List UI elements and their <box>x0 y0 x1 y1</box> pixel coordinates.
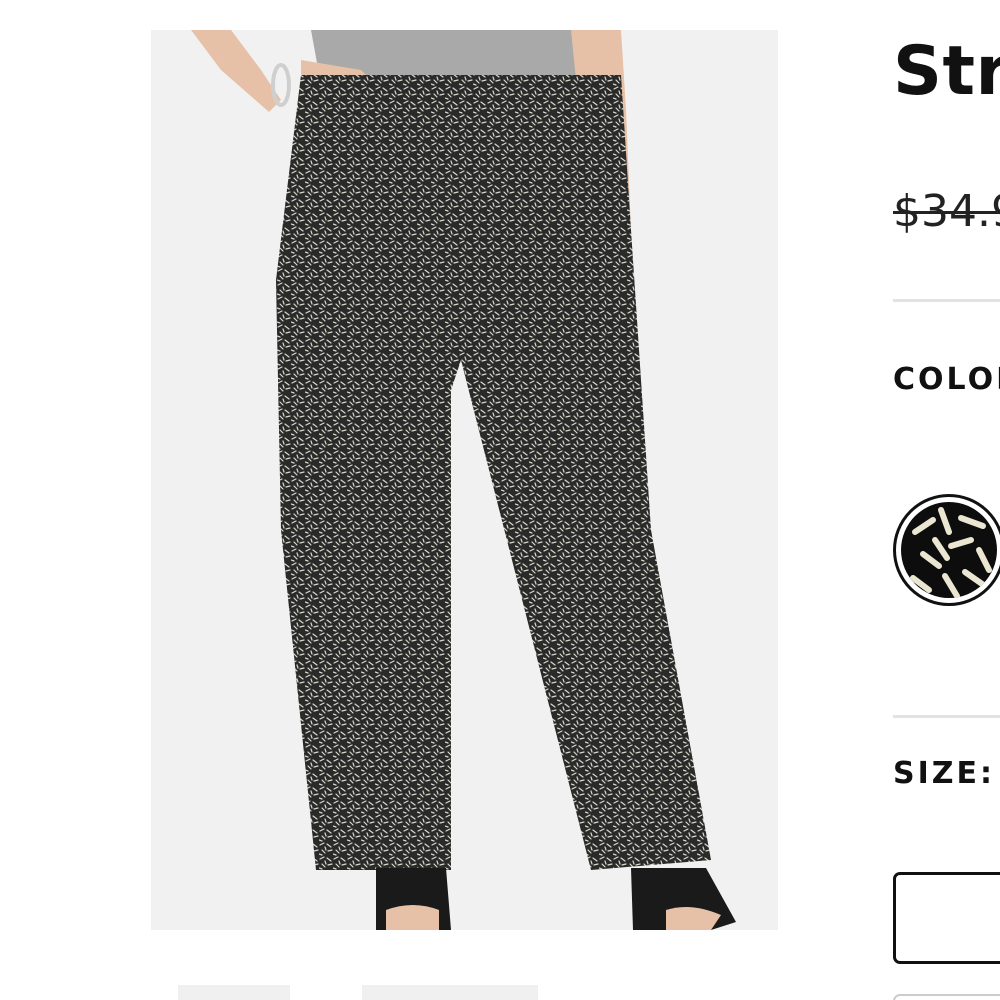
swatch-pattern-icon <box>901 502 997 598</box>
original-price: $34.99 <box>893 186 1000 237</box>
product-page: Stretch $34.99 COLOR: <box>0 0 1000 1000</box>
main-product-image[interactable] <box>151 30 778 930</box>
color-label: COLOR: <box>893 362 1000 397</box>
thumbnail-2[interactable] <box>362 985 538 1000</box>
divider <box>893 299 1000 302</box>
size-option-button[interactable] <box>893 872 1000 964</box>
size-label: SIZE: <box>893 756 996 791</box>
divider <box>893 715 1000 718</box>
thumbnail-1[interactable] <box>178 985 290 1000</box>
color-swatch-selected[interactable] <box>893 494 1000 606</box>
product-title: Stretch <box>893 32 1000 111</box>
size-option-button[interactable] <box>893 994 1000 1000</box>
